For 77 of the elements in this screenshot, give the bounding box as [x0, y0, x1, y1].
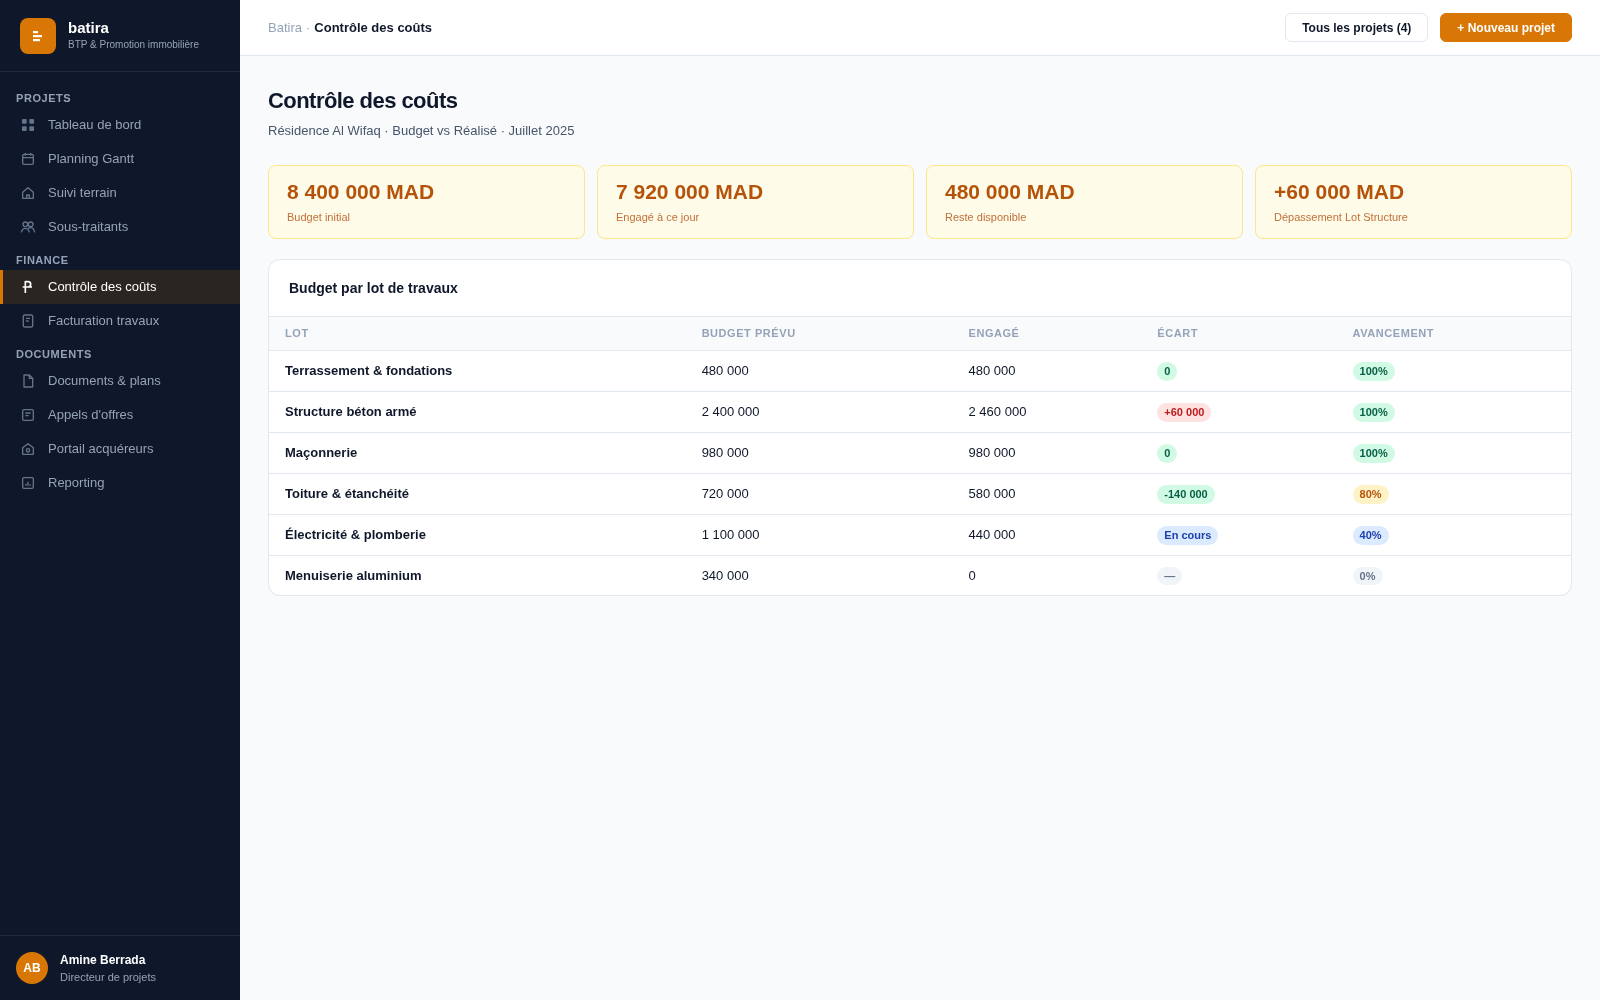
progress-badge: 100% [1352, 444, 1395, 463]
section-heading: PROJETS [15, 90, 73, 106]
sidebar-item[interactable]: Facturation travaux [0, 304, 240, 338]
sidebar-item[interactable]: Suivi terrain [0, 176, 240, 210]
variance-badge: — [1157, 566, 1183, 586]
stat-value: 480 000 MAD [945, 178, 1076, 205]
progress-badge: 0% [1352, 566, 1383, 586]
sidebar-item[interactable]: Contrôle des coûts [0, 270, 240, 304]
table-cell: 1 100 000 [701, 527, 760, 542]
table-cell: 340 000 [701, 567, 749, 583]
progress-badge: 80% [1352, 485, 1389, 504]
progress-badge: 40% [1352, 526, 1389, 545]
stat-label: Dépassement Lot Structure [1274, 209, 1409, 225]
column-header: BUDGET PRÉVU [685, 317, 953, 351]
page-subtitle: Résidence Al Wifaq · Budget vs Réalisé · Juillet 2025 [268, 122, 576, 140]
progress-badge: 100% [1352, 362, 1395, 381]
table-cell: 580 000 [968, 486, 1016, 501]
brand-tagline: BTP & Promotion immobilière [68, 38, 199, 53]
sidebar-item[interactable]: Documents & plans [0, 364, 240, 398]
stat-label: Engagé à ce jour [616, 209, 701, 225]
lot-name: Toiture & étanchéité [285, 486, 409, 501]
sidebar-item[interactable]: Appels d'offres [0, 398, 240, 432]
variance-badge: 0 [1157, 444, 1178, 463]
progress-badge: 100% [1352, 403, 1395, 422]
form-icon [20, 407, 36, 423]
user-role: Directeur de projets [60, 969, 156, 985]
sidebar-item[interactable]: Portail acquéreurs [0, 432, 240, 466]
calendar-icon [20, 151, 36, 167]
column-header: ÉCART [1141, 317, 1337, 351]
brand-name: batira [68, 18, 110, 38]
section-heading: DOCUMENTS [15, 346, 93, 362]
sidebar-item[interactable]: Sous-traitants [0, 210, 240, 244]
section-heading: FINANCE [15, 252, 70, 268]
logo-icon [20, 17, 56, 54]
table-title: Budget par lot de travaux [289, 280, 458, 297]
page-title: Contrôle des coûts [268, 87, 459, 115]
breadcrumb-current: Contrôle des coûts [314, 18, 433, 37]
lot-name: Structure béton armé [285, 404, 417, 419]
lot-name: Maçonnerie [285, 445, 358, 460]
table-cell: 480 000 [968, 363, 1016, 378]
document-icon [20, 373, 36, 389]
table-cell: 2 460 000 [968, 404, 1027, 419]
people-icon [20, 219, 36, 235]
table-cell: 2 400 000 [701, 404, 760, 419]
home-camera-icon [20, 441, 36, 457]
invoice-icon [20, 313, 36, 329]
grid-icon [20, 117, 36, 133]
sidebar-item[interactable]: Tableau de bord [0, 108, 240, 142]
variance-badge: En cours [1157, 526, 1219, 545]
table-cell: 980 000 [701, 445, 749, 460]
lot-name: Terrassement & fondations [285, 363, 453, 378]
chart-icon [20, 475, 36, 491]
table-cell: 720 000 [701, 486, 749, 501]
stat-label: Budget initial [287, 209, 351, 225]
variance-badge: +60 000 [1157, 403, 1212, 422]
table-cell: 480 000 [701, 363, 749, 378]
all-projects-button[interactable]: Tous les projets (4) [1285, 13, 1429, 42]
table-cell: 980 000 [968, 445, 1016, 460]
stat-value: +60 000 MAD [1274, 178, 1406, 205]
user-avatar: AB [16, 952, 48, 984]
sidebar-item[interactable]: Planning Gantt [0, 142, 240, 176]
stat-value: 7 920 000 MAD [616, 178, 765, 205]
column-header: AVANCEMENT [1336, 317, 1571, 351]
lot-name: Électricité & plomberie [285, 527, 426, 542]
column-header: ENGAGÉ [952, 317, 1142, 351]
user-name: Amine Berrada [60, 951, 147, 969]
column-header: LOT [269, 317, 686, 351]
variance-badge: -140 000 [1157, 485, 1215, 504]
sidebar-item[interactable]: Reporting [0, 466, 240, 500]
breadcrumb-separator: · [305, 18, 311, 37]
house-icon [20, 185, 36, 201]
table-cell: 440 000 [968, 527, 1016, 542]
variance-badge: 0 [1157, 362, 1178, 381]
stat-label: Reste disponible [945, 209, 1028, 225]
stat-value: 8 400 000 MAD [287, 178, 436, 205]
lot-name: Menuiserie aluminium [285, 567, 422, 583]
table-cell: 0 [968, 567, 976, 583]
